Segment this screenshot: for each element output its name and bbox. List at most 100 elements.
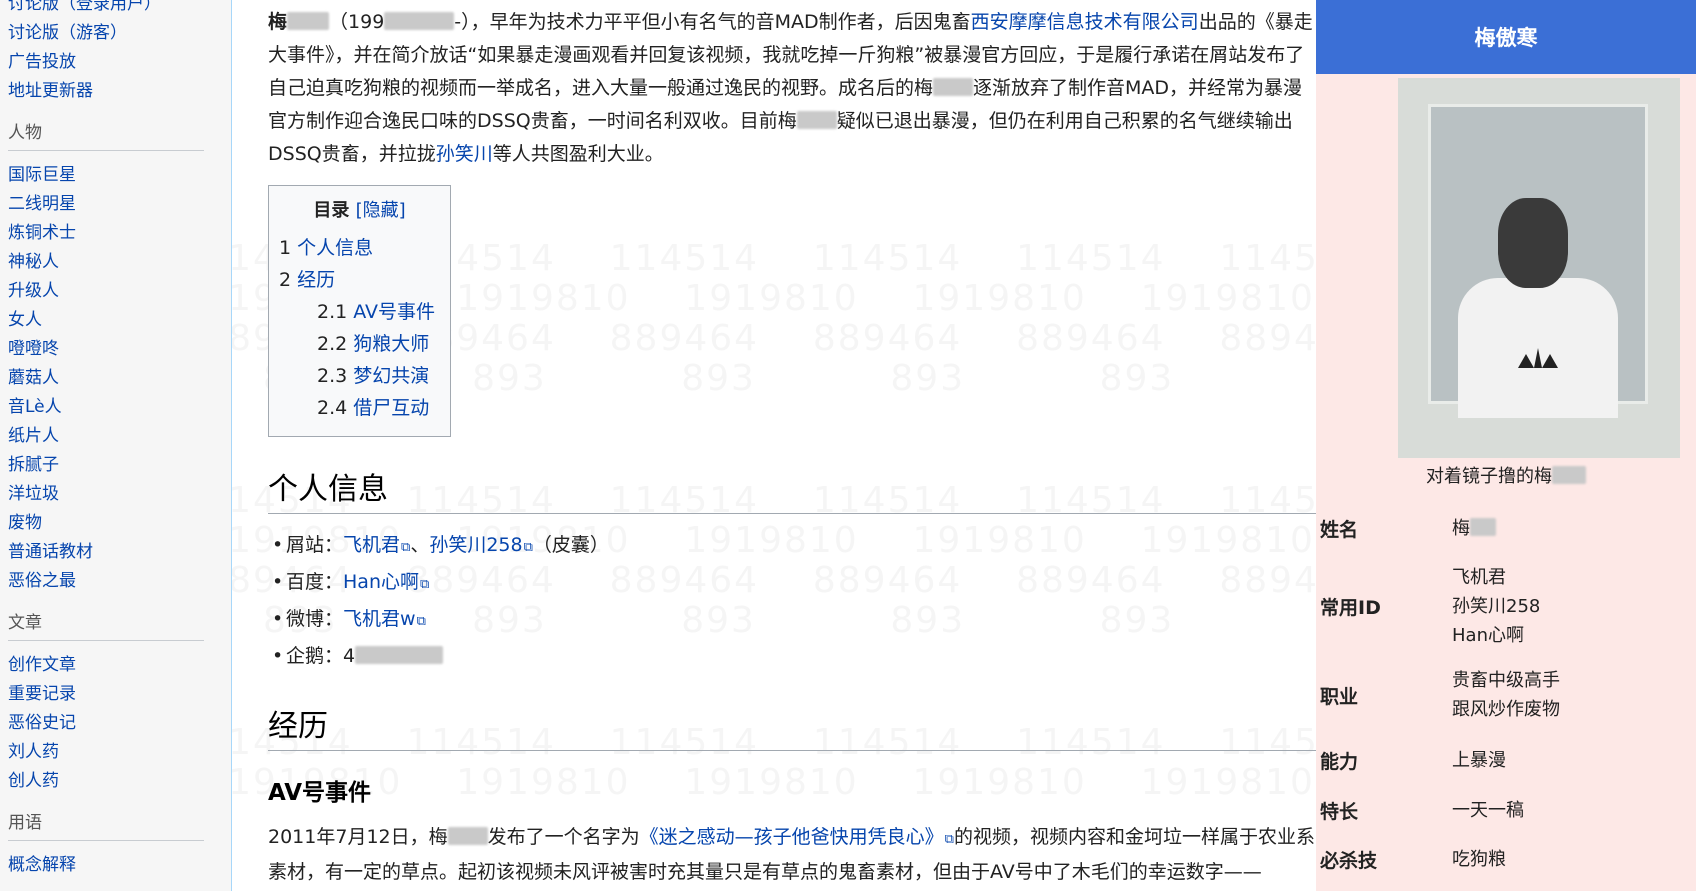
redacted-block — [287, 12, 330, 30]
photo-head-pixelated — [1498, 198, 1568, 288]
infobox-key: 必杀技 — [1320, 849, 1378, 872]
toc-title: 目录 [隐藏] — [313, 200, 406, 221]
sidebar-item[interactable]: 刘人药 — [8, 738, 231, 767]
sidebar-heading-people: 人物 — [8, 120, 204, 151]
sidebar-item[interactable]: 重要记录 — [8, 680, 231, 709]
sidebar-item-discussion-members[interactable]: 讨论版（登录用户） — [8, 0, 231, 19]
sidebar-item[interactable]: 炼铜术士 — [8, 219, 231, 248]
toc-item[interactable]: 2.4 借尸互动 — [279, 392, 440, 424]
sidebar-group-top: 讨论版（登录用户） 讨论版（游客） 广告投放 地址更新器 — [0, 0, 231, 106]
sidebar-item[interactable]: 废物 — [8, 509, 231, 538]
infobox-title: 梅傲寒 — [1316, 0, 1696, 74]
infobox-row: 特长 一天一稿 — [1316, 786, 1696, 834]
sidebar-item[interactable]: 普通话教材 — [8, 538, 231, 567]
sidebar-item[interactable]: 国际巨星 — [8, 161, 231, 190]
sidebar-item[interactable]: 恶俗之最 — [8, 567, 231, 596]
infobox-row: 姓名 梅 — [1316, 500, 1696, 556]
link-feijijunw[interactable]: 飞机君w — [343, 608, 416, 630]
redacted-block — [1470, 517, 1496, 536]
external-link-icon: ⧉ — [420, 577, 430, 592]
sidebar-item-discussion-guests[interactable]: 讨论版（游客） — [8, 19, 231, 48]
infobox-caption: 对着镜子撸的梅 — [1316, 464, 1696, 490]
infobox-key: 姓名 — [1320, 518, 1359, 541]
infobox-key: 常用ID — [1320, 596, 1381, 619]
sidebar-item[interactable]: 概念解释 — [8, 851, 231, 880]
toc-item[interactable]: 2.1 AV号事件 — [279, 296, 440, 328]
sidebar-item[interactable]: 蘑菇人 — [8, 364, 231, 393]
section-heading-history: 经历 — [268, 706, 1316, 751]
sidebar-item[interactable]: 升级人 — [8, 277, 231, 306]
infobox-table: 姓名 梅 常用ID 飞机君 孙笑川258 Han心啊 职业 贵畜中级高手 跟风炒… — [1316, 500, 1696, 884]
intro-paragraph: 梅 （199 -），早年为技术力平平但小有名气的音MAD制作者，后因鬼畜西安摩摩信息… — [268, 6, 1316, 171]
toc-item[interactable]: 2.2 狗粮大师 — [279, 328, 440, 360]
infobox-value: 上暴漫 — [1452, 749, 1506, 771]
link-sunxiaochuan[interactable]: 孙笑川 — [436, 143, 493, 165]
intro-text: （199 — [329, 11, 385, 33]
toc-item[interactable]: 2 经历 — [279, 264, 440, 296]
main-content: 梅 （199 -），早年为技术力平平但小有名气的音MAD制作者，后因鬼畜西安摩摩信息… — [268, 0, 1316, 891]
subsection-heading-av: AV号事件 — [268, 780, 372, 806]
list-item: 百度：Han心啊⧉ — [272, 565, 1316, 602]
infobox-row: 能力 上暴漫 — [1316, 734, 1696, 786]
toc-item[interactable]: 2.3 梦幻共演 — [279, 360, 440, 392]
toc-toggle[interactable]: [隐藏] — [356, 200, 406, 221]
sidebar-heading-articles: 文章 — [8, 610, 204, 641]
sidebar-item-address-updater[interactable]: 地址更新器 — [8, 77, 231, 106]
sidebar-item[interactable]: 拆腻子 — [8, 451, 231, 480]
intro-text: -），早年为技术力平平但小有名气的音MAD制作者，后因鬼畜 — [454, 11, 971, 33]
external-link-icon: ⧉ — [401, 540, 411, 555]
redacted-block — [355, 646, 444, 664]
infobox-row: 必杀技 吃狗粮 — [1316, 834, 1696, 884]
infobox-value: 梅 — [1452, 514, 1496, 543]
infobox-key: 能力 — [1320, 750, 1359, 773]
sidebar-item[interactable]: 噔噔咚 — [8, 335, 231, 364]
sidebar-group-articles: 文章 创作文章 重要记录 恶俗史记 刘人药 创人药 — [0, 610, 231, 796]
link-feijijun[interactable]: 飞机君 — [343, 534, 400, 556]
intro-text: 等人共图盈利大业。 — [492, 143, 664, 165]
infobox-row: 职业 贵畜中级高手 跟风炒作废物 — [1316, 656, 1696, 734]
sidebar-item-ads[interactable]: 广告投放 — [8, 48, 231, 77]
table-of-contents: 目录 [隐藏] 1 个人信息 2 经历 2.1 AV号事件 2.2 狗粮大师 2.3 梦幻… — [268, 185, 451, 437]
infobox-photo — [1398, 78, 1680, 458]
sidebar-item[interactable]: 纸片人 — [8, 422, 231, 451]
sidebar-item[interactable]: 音Lè人 — [8, 393, 231, 422]
link-xian-company[interactable]: 西安摩摩信息技术有限公司 — [971, 11, 1199, 33]
personal-info-list: 屑站：飞机君⧉、孙笑川258⧉（皮囊） 百度：Han心啊⧉ 微博：飞机君w⧉ 企… — [268, 528, 1316, 674]
sidebar-item[interactable]: 女人 — [8, 306, 231, 335]
sidebar-item[interactable]: 洋垃圾 — [8, 480, 231, 509]
sidebar-heading-terms: 用语 — [8, 810, 204, 841]
infobox-row: 常用ID 飞机君 孙笑川258 Han心啊 — [1316, 556, 1696, 656]
section-heading-personal: 个人信息 — [268, 469, 1316, 514]
external-link-icon: ⧉ — [944, 832, 954, 847]
redacted-block — [384, 12, 455, 30]
sidebar-item[interactable]: 恶俗史记 — [8, 709, 231, 738]
infobox: 梅傲寒 对着镜子撸的梅 姓名 梅 常用ID 飞机君 孙笑川258 Han心啊 职… — [1316, 0, 1696, 891]
list-item: 微博：飞机君w⧉ — [272, 602, 1316, 639]
redacted-block — [933, 78, 974, 96]
infobox-value: 贵畜中级高手 跟风炒作废物 — [1452, 670, 1560, 720]
history-paragraph: 2011年7月12日，梅 发布了一个名字为《迷之感动—孩子他爸快用凭良心》⧉的视频… — [268, 826, 1315, 883]
infobox-value: 吃狗粮 — [1452, 848, 1506, 870]
link-video-title[interactable]: 《迷之感动—孩子他爸快用凭良心》 — [640, 826, 944, 848]
infobox-value: 飞机君 孙笑川258 Han心啊 — [1452, 566, 1541, 646]
toc-item[interactable]: 1 个人信息 — [279, 232, 440, 264]
intro-name: 梅 — [268, 11, 288, 33]
sidebar-group-people: 人物 国际巨星 二线明星 炼铜术士 神秘人 升级人 女人 噔噔咚 蘑菇人 音Lè… — [0, 120, 231, 596]
infobox-key: 职业 — [1320, 685, 1359, 708]
external-link-icon: ⧉ — [523, 540, 533, 555]
sidebar-item[interactable]: 创人药 — [8, 767, 231, 796]
infobox-value: 一天一稿 — [1452, 799, 1524, 821]
redacted-block — [796, 111, 837, 129]
sidebar-item[interactable]: 神秘人 — [8, 248, 231, 277]
sidebar-group-terms: 用语 概念解释 — [0, 810, 231, 880]
sidebar-item[interactable]: 二线明星 — [8, 190, 231, 219]
link-sunxiaochuan258[interactable]: 孙笑川258 — [429, 534, 522, 556]
external-link-icon: ⧉ — [416, 614, 426, 629]
list-item: 企鹅：4 — [272, 639, 1316, 674]
infobox-key: 特长 — [1320, 800, 1359, 823]
list-item: 屑站：飞机君⧉、孙笑川258⧉（皮囊） — [272, 528, 1316, 565]
link-hanxina[interactable]: Han心啊 — [343, 571, 419, 593]
redacted-block — [1552, 466, 1586, 484]
sidebar-item[interactable]: 创作文章 — [8, 651, 231, 680]
sidebar: 讨论版（登录用户） 讨论版（游客） 广告投放 地址更新器 人物 国际巨星 二线明… — [0, 0, 232, 891]
